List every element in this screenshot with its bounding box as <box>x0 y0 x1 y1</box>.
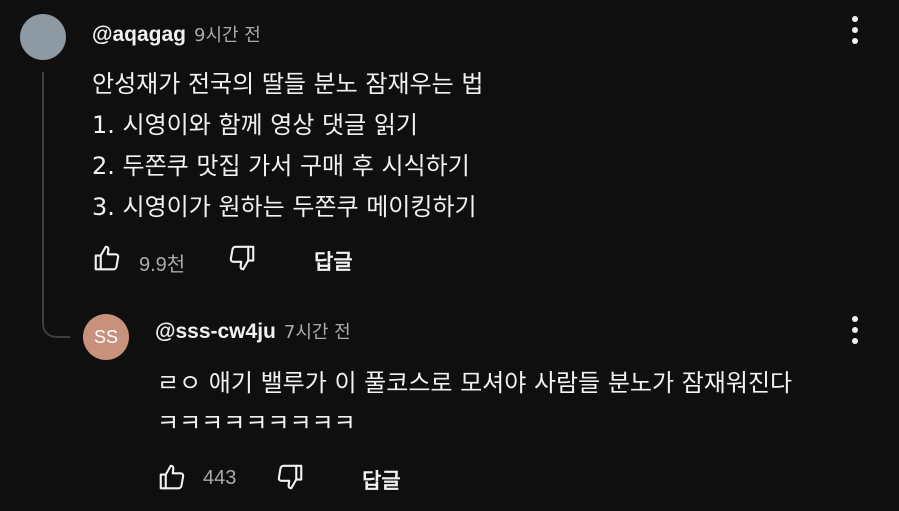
reply-more-options-icon[interactable] <box>852 316 858 344</box>
reply-avatar-initials: SS <box>93 326 118 347</box>
reply-like-count: 443 <box>203 467 237 489</box>
reply-avatar[interactable]: SS <box>83 314 129 360</box>
reply-reply-button[interactable]: 답글 <box>362 465 401 495</box>
comment-more-options-icon[interactable] <box>852 16 858 44</box>
thumb-up-icon <box>157 462 187 492</box>
thumb-down-icon <box>227 243 257 273</box>
reply-thread-connector <box>42 300 70 338</box>
thumb-up-icon <box>92 243 122 273</box>
comment-avatar[interactable] <box>20 14 66 60</box>
reply-text: ㄹㅇ 애기 밸루가 이 풀코스로 모셔야 사람들 분노가 잠재워진다 ㅋㅋㅋㅋㅋ… <box>157 369 793 437</box>
comment-text: 안성재가 전국의 딸들 분노 잠재우는 법 1. 시영이와 함께 영상 댓글 읽… <box>92 70 484 221</box>
reply-like-button[interactable] <box>157 462 187 492</box>
reply-dislike-button[interactable] <box>275 462 305 492</box>
comment-timestamp[interactable]: 9시간 전 <box>194 21 261 47</box>
reply-author-handle[interactable]: @sss-cw4ju <box>155 320 276 344</box>
comment-author-handle[interactable]: @aqagag <box>92 23 186 47</box>
comment-header: @aqagag 9시간 전 <box>92 21 261 47</box>
reply-timestamp[interactable]: 7시간 전 <box>284 318 351 344</box>
comment-like-button[interactable] <box>92 243 122 273</box>
comment-dislike-button[interactable] <box>227 243 257 273</box>
thread-line <box>42 72 44 318</box>
comment-like-count: 9.9천 <box>139 254 186 276</box>
comment-reply-button[interactable]: 답글 <box>314 246 353 276</box>
reply-header: @sss-cw4ju 7시간 전 <box>155 318 351 344</box>
thumb-down-icon <box>275 462 305 492</box>
